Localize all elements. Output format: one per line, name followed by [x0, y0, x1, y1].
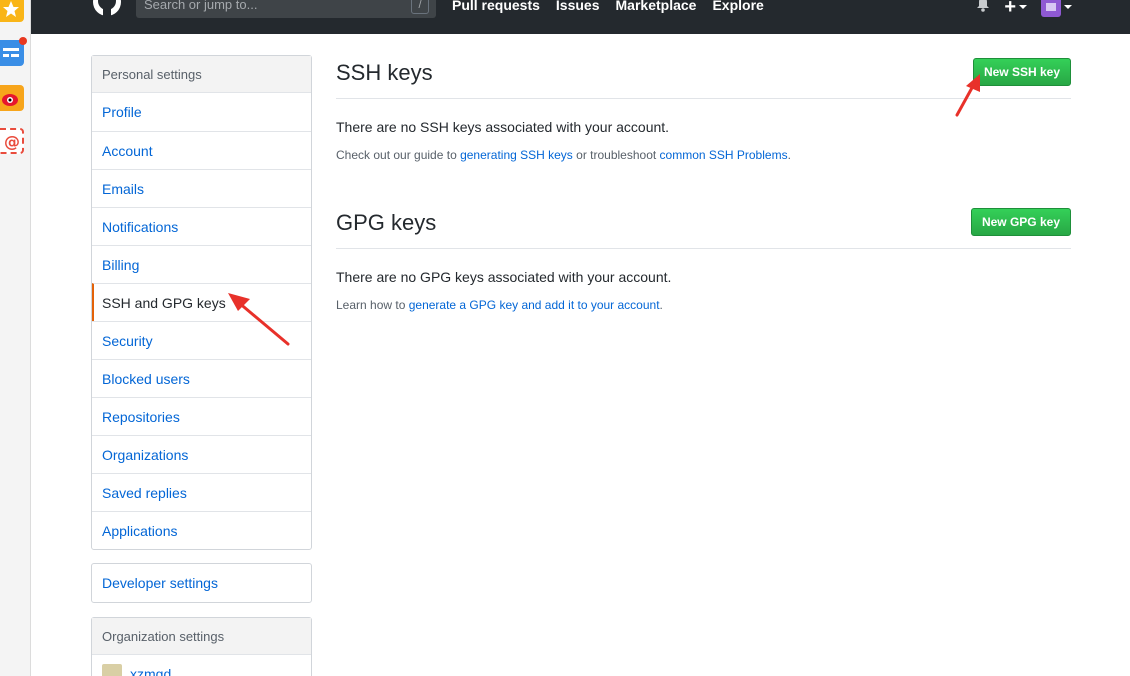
generating-ssh-keys-link[interactable]: generating SSH keys [460, 148, 573, 162]
top-header: Search or jump to... / Pull requests Iss… [31, 0, 1130, 34]
github-logo-icon[interactable] [91, 0, 123, 18]
search-input[interactable]: Search or jump to... [144, 0, 257, 12]
gpg-help-suffix: . [659, 298, 663, 312]
sidebar-item-blocked-users[interactable]: Blocked users [92, 359, 311, 397]
slash-shortcut-key: / [411, 0, 429, 14]
bell-icon[interactable] [976, 0, 990, 17]
avatar [1041, 0, 1061, 17]
nav-explore[interactable]: Explore [712, 0, 763, 13]
sidebar-item-org[interactable]: xzmgd [92, 655, 311, 676]
ssh-empty-message: There are no SSH keys associated with yo… [336, 119, 670, 135]
organization-settings-heading: Organization settings [92, 618, 311, 655]
sidebar-item-organizations[interactable]: Organizations [92, 435, 311, 473]
org-avatar [102, 664, 122, 676]
ssh-help-suffix: . [787, 148, 791, 162]
plus-icon: + [1004, 0, 1016, 18]
gpg-keys-section: GPG keys New GPG key There are no GPG ke… [336, 205, 1071, 312]
news-icon[interactable] [0, 37, 27, 66]
sidebar-item-repositories[interactable]: Repositories [92, 397, 311, 435]
weibo-icon[interactable] [0, 85, 24, 111]
header-nav: Pull requests Issues Marketplace Explore [452, 0, 764, 13]
sidebar-item-applications[interactable]: Applications [92, 511, 311, 549]
sidebar-item-security[interactable]: Security [92, 321, 311, 359]
chevron-down-icon [1064, 4, 1072, 9]
gpg-keys-header: GPG keys New GPG key [336, 205, 1071, 249]
organization-settings-menu: Organization settings xzmgd [91, 617, 312, 676]
header-actions: + [976, 0, 1072, 17]
sidebar-item-saved-replies[interactable]: Saved replies [92, 473, 311, 511]
create-new-dropdown[interactable]: + [1004, 0, 1027, 17]
sidebar-item-ssh-gpg-keys[interactable]: SSH and GPG keys [92, 283, 311, 321]
user-menu-dropdown[interactable] [1041, 0, 1072, 17]
nav-marketplace[interactable]: Marketplace [616, 0, 697, 13]
nav-pull-requests[interactable]: Pull requests [452, 0, 540, 13]
new-ssh-key-button[interactable]: New SSH key [972, 58, 1071, 86]
svg-text:@: @ [4, 132, 20, 151]
ssh-help-text: Check out our guide to generating SSH ke… [336, 148, 1071, 162]
developer-settings-menu: Developer settings [91, 563, 312, 603]
star-icon[interactable] [0, 0, 24, 22]
browser-dock: @ [0, 0, 31, 676]
gpg-empty-message: There are no GPG keys associated with yo… [336, 269, 672, 285]
gpg-keys-title: GPG keys [336, 210, 437, 235]
org-name[interactable]: xzmgd [130, 666, 171, 676]
gpg-help-prefix: Learn how to [336, 298, 409, 312]
nav-issues[interactable]: Issues [556, 0, 600, 13]
new-gpg-key-button[interactable]: New GPG key [970, 208, 1071, 236]
ssh-help-prefix: Check out our guide to [336, 148, 461, 162]
personal-settings-heading: Personal settings [92, 56, 311, 93]
notification-dot [19, 37, 27, 45]
sidebar-item-emails[interactable]: Emails [92, 169, 311, 207]
ssh-keys-section: SSH keys New SSH key There are no SSH ke… [336, 55, 1071, 162]
sidebar-item-billing[interactable]: Billing [92, 245, 311, 283]
ssh-help-middle: or troubleshoot [572, 148, 660, 162]
mail-icon[interactable]: @ [0, 128, 24, 154]
chevron-down-icon [1019, 4, 1027, 9]
ssh-keys-header: SSH keys New SSH key [336, 55, 1071, 99]
gpg-help-text: Learn how to generate a GPG key and add … [336, 298, 1071, 312]
search-box[interactable]: Search or jump to... / [136, 0, 436, 18]
sidebar-item-profile[interactable]: Profile [92, 93, 311, 131]
ssh-keys-title: SSH keys [336, 60, 433, 85]
sidebar-item-notifications[interactable]: Notifications [92, 207, 311, 245]
sidebar-item-account[interactable]: Account [92, 131, 311, 169]
sidebar-item-developer-settings[interactable]: Developer settings [92, 564, 311, 602]
personal-settings-menu: Personal settings Profile Account Emails… [91, 55, 312, 550]
common-ssh-problems-link[interactable]: common SSH Problems [660, 148, 788, 162]
generate-gpg-key-link[interactable]: generate a GPG key and add it to your ac… [409, 298, 660, 312]
